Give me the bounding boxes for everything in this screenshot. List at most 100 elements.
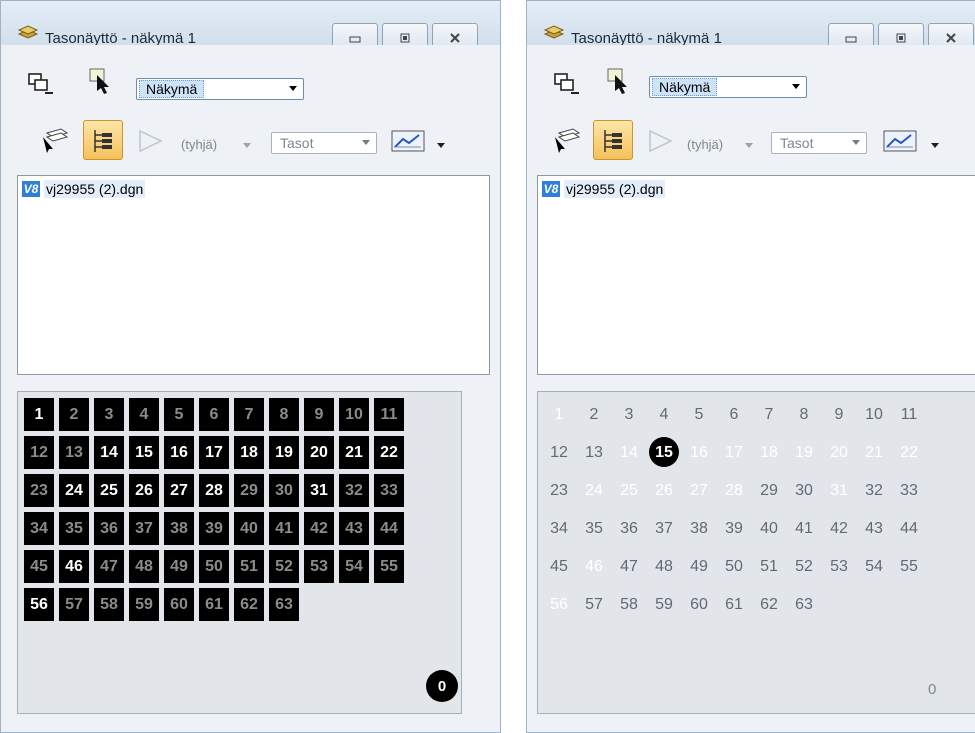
level-cell-63[interactable]: 63 — [269, 588, 299, 621]
level-cell-59[interactable]: 59 — [649, 588, 679, 621]
level-cell-8[interactable]: 8 — [789, 398, 819, 431]
level-cell-44[interactable]: 44 — [374, 512, 404, 545]
level-cell-53[interactable]: 53 — [824, 550, 854, 583]
level-cell-36[interactable]: 36 — [94, 512, 124, 545]
level-cell-63[interactable]: 63 — [789, 588, 819, 621]
level-cell-5[interactable]: 5 — [164, 398, 194, 431]
level-cell-10[interactable]: 10 — [339, 398, 369, 431]
level-cell-48[interactable]: 48 — [129, 550, 159, 583]
level-cell-51[interactable]: 51 — [234, 550, 264, 583]
level-cell-54[interactable]: 54 — [859, 550, 889, 583]
level-cell-26[interactable]: 26 — [649, 474, 679, 507]
level-cell-48[interactable]: 48 — [649, 550, 679, 583]
level-cell-40[interactable]: 40 — [234, 512, 264, 545]
level-cell-29[interactable]: 29 — [754, 474, 784, 507]
select-cursor-icon[interactable] — [605, 67, 633, 95]
level-cell-49[interactable]: 49 — [164, 550, 194, 583]
layer-select-arrow-icon[interactable] — [41, 125, 69, 153]
level-cell-27[interactable]: 27 — [164, 474, 194, 507]
level-cell-39[interactable]: 39 — [719, 512, 749, 545]
level-cell-16[interactable]: 16 — [164, 436, 194, 469]
level-cell-45[interactable]: 45 — [24, 550, 54, 583]
level-cell-58[interactable]: 58 — [614, 588, 644, 621]
level-cell-31[interactable]: 31 — [304, 474, 334, 507]
level-cell-58[interactable]: 58 — [94, 588, 124, 621]
level-cell-17[interactable]: 17 — [199, 436, 229, 469]
level-cell-59[interactable]: 59 — [129, 588, 159, 621]
level-cell-27[interactable]: 27 — [684, 474, 714, 507]
level-cell-9[interactable]: 9 — [824, 398, 854, 431]
level-cell-14[interactable]: 14 — [614, 436, 644, 469]
level-cell-24[interactable]: 24 — [59, 474, 89, 507]
level-cell-25[interactable]: 25 — [614, 474, 644, 507]
filter-dropdown-arrow[interactable] — [243, 143, 251, 148]
title-bar[interactable]: Tasonäyttö - näkymä 1 — [1, 1, 500, 53]
level-cell-51[interactable]: 51 — [754, 550, 784, 583]
level-cell-41[interactable]: 41 — [789, 512, 819, 545]
level-cell-26[interactable]: 26 — [129, 474, 159, 507]
level-cell-6[interactable]: 6 — [199, 398, 229, 431]
level-cell-62[interactable]: 62 — [754, 588, 784, 621]
level-cell-54[interactable]: 54 — [339, 550, 369, 583]
level-cell-42[interactable]: 42 — [824, 512, 854, 545]
level-cell-32[interactable]: 32 — [859, 474, 889, 507]
level-cell-53[interactable]: 53 — [304, 550, 334, 583]
level-cell-28[interactable]: 28 — [199, 474, 229, 507]
level-cell-15[interactable]: 15 — [129, 436, 159, 469]
file-item[interactable]: V8 vj29955 (2).dgn — [22, 180, 146, 198]
level-cell-6[interactable]: 6 — [719, 398, 749, 431]
level-cell-15[interactable]: 15 — [649, 436, 679, 469]
level-cell-62[interactable]: 62 — [234, 588, 264, 621]
level-cell-52[interactable]: 52 — [269, 550, 299, 583]
level-cell-42[interactable]: 42 — [304, 512, 334, 545]
tree-list-button[interactable] — [83, 120, 123, 160]
level-cell-47[interactable]: 47 — [94, 550, 124, 583]
level-cell-52[interactable]: 52 — [789, 550, 819, 583]
level-cell-22[interactable]: 22 — [374, 436, 404, 469]
level-cell-37[interactable]: 37 — [129, 512, 159, 545]
level-cell-55[interactable]: 55 — [894, 550, 924, 583]
display-style-icon[interactable] — [391, 127, 425, 155]
level-cell-56[interactable]: 56 — [24, 588, 54, 621]
level-cell-32[interactable]: 32 — [339, 474, 369, 507]
level-cell-1[interactable]: 1 — [544, 398, 574, 431]
level-cell-3[interactable]: 3 — [94, 398, 124, 431]
level-cell-34[interactable]: 34 — [24, 512, 54, 545]
levels-select[interactable]: Tasot — [771, 132, 867, 154]
level-cell-30[interactable]: 30 — [269, 474, 299, 507]
level-cell-19[interactable]: 19 — [789, 436, 819, 469]
level-cell-60[interactable]: 60 — [684, 588, 714, 621]
default-level-badge[interactable]: 0 — [426, 670, 458, 702]
level-cell-46[interactable]: 46 — [59, 550, 89, 583]
level-cell-55[interactable]: 55 — [374, 550, 404, 583]
level-cell-31[interactable]: 31 — [824, 474, 854, 507]
level-cell-43[interactable]: 43 — [859, 512, 889, 545]
level-cell-49[interactable]: 49 — [684, 550, 714, 583]
tree-list-button[interactable] — [593, 120, 633, 160]
level-cell-47[interactable]: 47 — [614, 550, 644, 583]
level-cell-17[interactable]: 17 — [719, 436, 749, 469]
filter-icon[interactable] — [647, 127, 675, 155]
level-cell-29[interactable]: 29 — [234, 474, 264, 507]
display-style-dropdown-arrow[interactable] — [437, 143, 445, 148]
level-cell-21[interactable]: 21 — [859, 436, 889, 469]
level-cell-3[interactable]: 3 — [614, 398, 644, 431]
level-cell-2[interactable]: 2 — [59, 398, 89, 431]
level-cell-1[interactable]: 1 — [24, 398, 54, 431]
level-cell-16[interactable]: 16 — [684, 436, 714, 469]
level-cell-23[interactable]: 23 — [544, 474, 574, 507]
layer-select-arrow-icon[interactable] — [553, 125, 581, 153]
filter-dropdown-arrow[interactable] — [745, 143, 753, 148]
view-select[interactable]: Näkymä — [136, 78, 304, 100]
level-cell-18[interactable]: 18 — [754, 436, 784, 469]
level-cell-30[interactable]: 30 — [789, 474, 819, 507]
level-cell-10[interactable]: 10 — [859, 398, 889, 431]
level-cell-46[interactable]: 46 — [579, 550, 609, 583]
level-cell-14[interactable]: 14 — [94, 436, 124, 469]
level-cell-9[interactable]: 9 — [304, 398, 334, 431]
level-cell-40[interactable]: 40 — [754, 512, 784, 545]
level-cell-39[interactable]: 39 — [199, 512, 229, 545]
level-cell-33[interactable]: 33 — [894, 474, 924, 507]
level-cell-60[interactable]: 60 — [164, 588, 194, 621]
level-cell-11[interactable]: 11 — [374, 398, 404, 431]
